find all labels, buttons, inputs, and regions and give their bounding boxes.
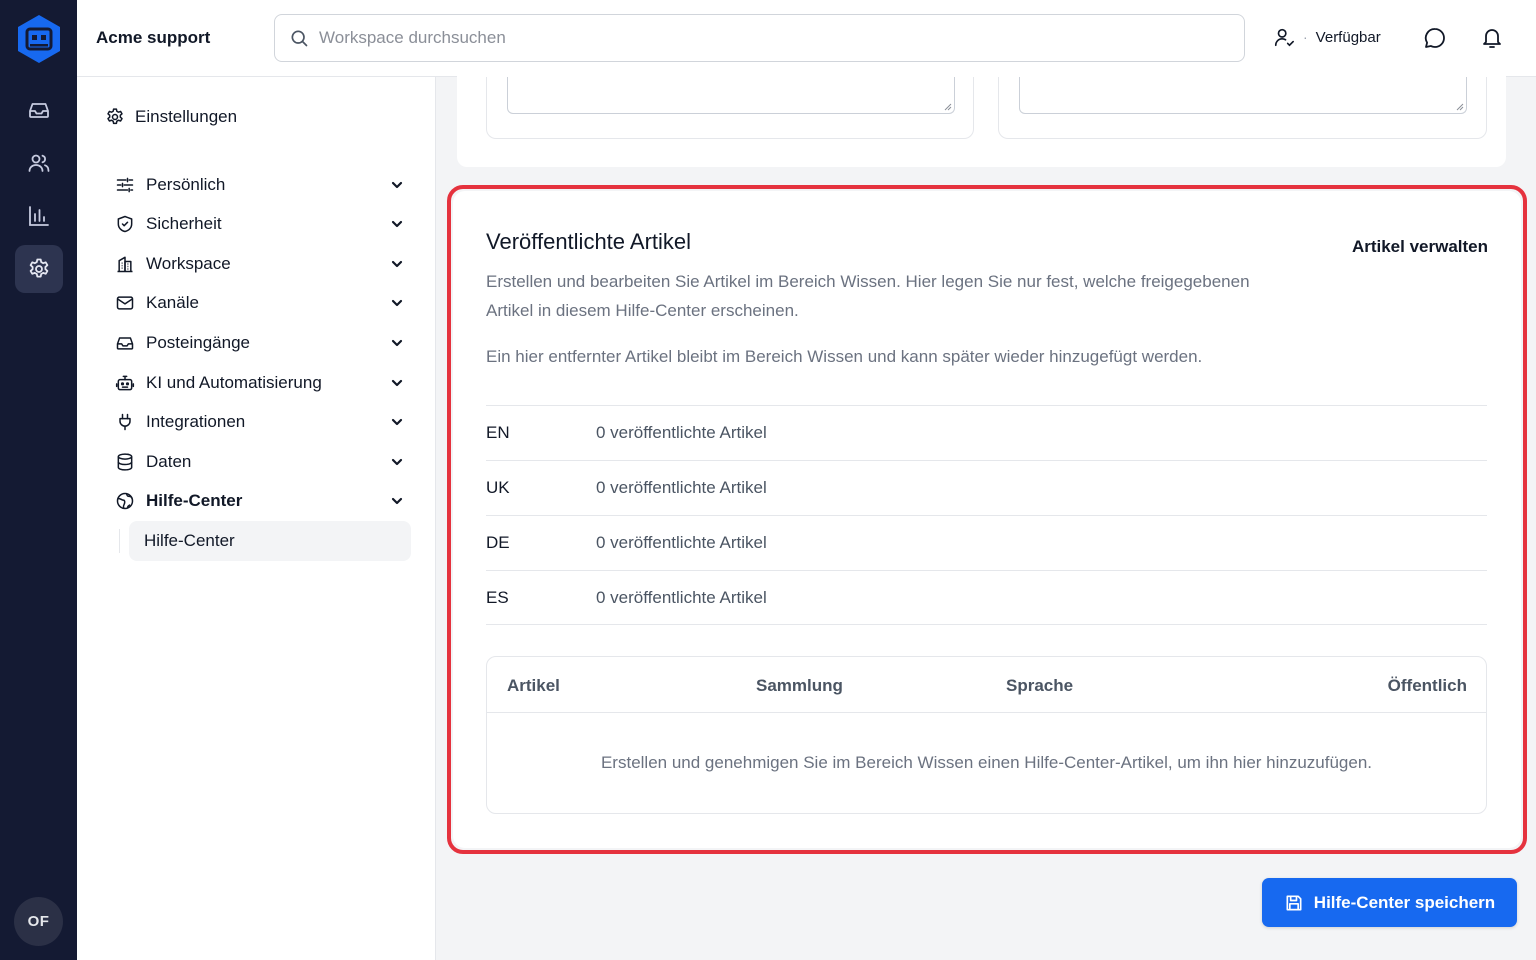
gear-icon [107,108,123,125]
app-rail: OF [0,0,77,960]
settings-item-help-center[interactable]: Hilfe-Center [115,486,405,516]
chevron-down-icon [391,379,403,387]
settings-item-data[interactable]: Daten [115,447,405,477]
shield-icon [117,215,133,233]
settings-item-personal[interactable]: Persönlich [115,170,405,200]
help-center-form-card [457,67,1506,167]
app-logo[interactable] [16,14,62,64]
status-separator: · [1303,29,1308,45]
settings-item-label: Hilfe-Center [146,491,243,510]
settings-item-label: Sicherheit [146,214,222,233]
settings-item-label: Workspace [146,254,231,273]
textarea-field[interactable] [507,77,955,114]
mail-icon [116,296,134,310]
chevron-down-icon [391,260,403,268]
settings-item-label: Posteingänge [146,333,250,352]
gear-icon [29,258,49,278]
chat-bubble-icon[interactable] [1423,26,1447,50]
inbox-icon [116,337,134,350]
settings-item-label: Kanäle [146,293,199,312]
chart-icon [29,206,49,226]
search-box[interactable] [274,14,1245,62]
settings-heading: Einstellungen [105,107,237,127]
save-button-label: Hilfe-Center speichern [1313,892,1496,912]
plug-icon [119,413,131,431]
search-icon [291,30,308,47]
top-bar: Acme support · Verfügbar [77,0,1536,77]
save-help-center-button[interactable]: Hilfe-Center speichern [1262,878,1517,927]
settings-item-label: KI und Automatisierung [146,373,322,392]
resize-grip-icon [944,103,952,111]
highlight-outline [447,185,1527,854]
settings-subitem-help-center[interactable]: Hilfe-Center [129,521,411,561]
settings-item-ai-automation[interactable]: KI und Automatisierung [115,368,405,398]
rail-settings-button[interactable] [15,245,63,293]
settings-sidebar: Einstellungen Persönlich Sicherheit Work… [77,77,436,960]
settings-item-label: Daten [146,452,192,471]
settings-item-inboxes[interactable]: Posteingänge [115,328,405,358]
form-field-card [998,77,1487,139]
resize-grip-icon [1456,103,1464,111]
globe-icon [116,492,134,510]
workspace-name: Acme support [96,28,211,47]
settings-item-security[interactable]: Sicherheit [115,209,405,239]
chevron-down-icon [391,220,403,228]
settings-item-label: Integrationen [146,412,246,431]
settings-item-workspace[interactable]: Workspace [115,249,405,279]
inbox-icon [29,103,49,118]
bot-icon [115,375,135,391]
database-icon [117,453,133,471]
users-icon [28,154,50,172]
chevron-down-icon [391,181,403,189]
settings-item-channels[interactable]: Kanäle [115,288,405,318]
main-content: Veröffentlichte Artikel Artikel verwalte… [436,67,1536,960]
settings-item-integrations[interactable]: Integrationen [115,407,405,437]
search-input[interactable] [319,28,1199,48]
chevron-down-icon [391,299,403,307]
save-icon [1286,895,1302,910]
user-status-icon [1274,28,1294,47]
settings-item-label: Persönlich [146,175,226,194]
user-avatar[interactable]: OF [14,897,63,946]
chevron-down-icon [391,497,403,505]
rail-inbox-button[interactable] [15,86,63,134]
settings-title: Einstellungen [135,107,238,126]
status-label: Verfügbar [1315,28,1381,46]
bell-icon[interactable] [1480,26,1504,50]
chevron-down-icon [391,339,403,347]
textarea-field[interactable] [1019,77,1467,114]
chevron-down-icon [391,418,403,426]
building-icon [117,256,133,273]
sliders-icon [116,177,134,193]
rail-reports-button[interactable] [15,192,63,240]
availability-status[interactable]: · Verfügbar [1273,26,1381,48]
submenu-guide-line [119,529,120,553]
chevron-down-icon [391,458,403,466]
rail-contacts-button[interactable] [15,139,63,187]
form-field-card [486,77,974,139]
